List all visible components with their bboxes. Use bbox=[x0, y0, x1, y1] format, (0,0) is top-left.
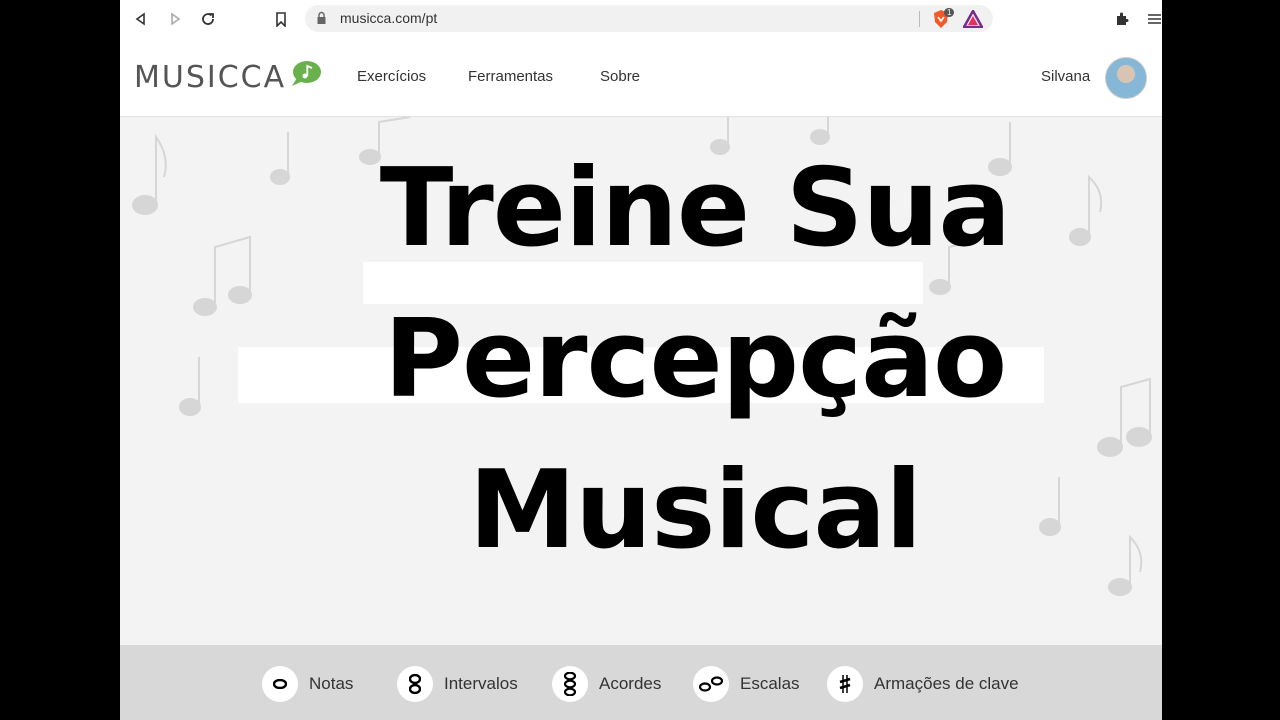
forward-arrow-icon[interactable] bbox=[164, 8, 186, 30]
exercise-acordes[interactable]: Acordes bbox=[552, 666, 661, 702]
browser-window: musicca.com/pt 1 MUSICCA Exercícios Ferr… bbox=[120, 0, 1162, 720]
interval-notes-icon bbox=[397, 666, 433, 702]
exercise-intervalos[interactable]: Intervalos bbox=[397, 666, 518, 702]
browser-toolbar: musicca.com/pt 1 bbox=[120, 0, 1162, 39]
exercise-armacoes-de-clave[interactable]: Armações de clave bbox=[827, 666, 1019, 702]
exercise-label: Intervalos bbox=[444, 674, 518, 693]
divider bbox=[919, 11, 920, 27]
avatar[interactable] bbox=[1105, 57, 1147, 99]
lock-icon bbox=[317, 11, 326, 24]
whole-note-icon bbox=[262, 666, 298, 702]
exercise-notas[interactable]: Notas bbox=[262, 666, 353, 702]
exercise-label: Armações de clave bbox=[874, 674, 1019, 693]
nav-sobre[interactable]: Sobre bbox=[600, 68, 640, 85]
nav-ferramentas[interactable]: Ferramentas bbox=[468, 68, 553, 85]
hero-title-line: Percepção bbox=[383, 297, 1007, 422]
reload-icon[interactable] bbox=[197, 8, 219, 30]
site-logo[interactable]: MUSICCA bbox=[134, 60, 286, 95]
hero-title-line: Musical bbox=[468, 448, 923, 573]
extensions-icon[interactable] bbox=[1111, 8, 1133, 30]
nav-exercicios[interactable]: Exercícios bbox=[357, 68, 426, 85]
exercise-label: Acordes bbox=[599, 674, 662, 693]
url-text[interactable]: musicca.com/pt bbox=[340, 10, 437, 26]
exercise-label: Escalas bbox=[740, 674, 800, 693]
hero-title-line: Treine Sua bbox=[379, 146, 1012, 271]
user-name[interactable]: Silvana bbox=[1041, 68, 1090, 85]
back-arrow-icon[interactable] bbox=[130, 8, 152, 30]
exercise-label: Notas bbox=[309, 674, 354, 693]
address-bar[interactable]: musicca.com/pt 1 bbox=[305, 5, 993, 32]
brave-rewards-icon[interactable] bbox=[961, 8, 985, 29]
speech-bubble-note-icon bbox=[292, 61, 321, 86]
bookmark-icon[interactable] bbox=[270, 8, 292, 30]
menu-icon[interactable] bbox=[1147, 8, 1161, 30]
sharp-icon bbox=[827, 666, 863, 702]
shield-badge: 1 bbox=[944, 8, 955, 17]
site-header: MUSICCA Exercícios Ferramentas Sobre Sil… bbox=[120, 38, 1162, 117]
hero-title: Treine Sua Percepção Musical bbox=[120, 133, 1162, 586]
scale-notes-icon bbox=[693, 666, 729, 702]
exercise-bar: Notas Intervalos Acordes Escalas Armaçõe… bbox=[120, 645, 1162, 720]
hero-section: Treine Sua Percepção Musical bbox=[120, 117, 1162, 645]
brave-shield-icon[interactable]: 1 bbox=[932, 8, 955, 29]
chord-notes-icon bbox=[552, 666, 588, 702]
exercise-escalas[interactable]: Escalas bbox=[693, 666, 800, 702]
